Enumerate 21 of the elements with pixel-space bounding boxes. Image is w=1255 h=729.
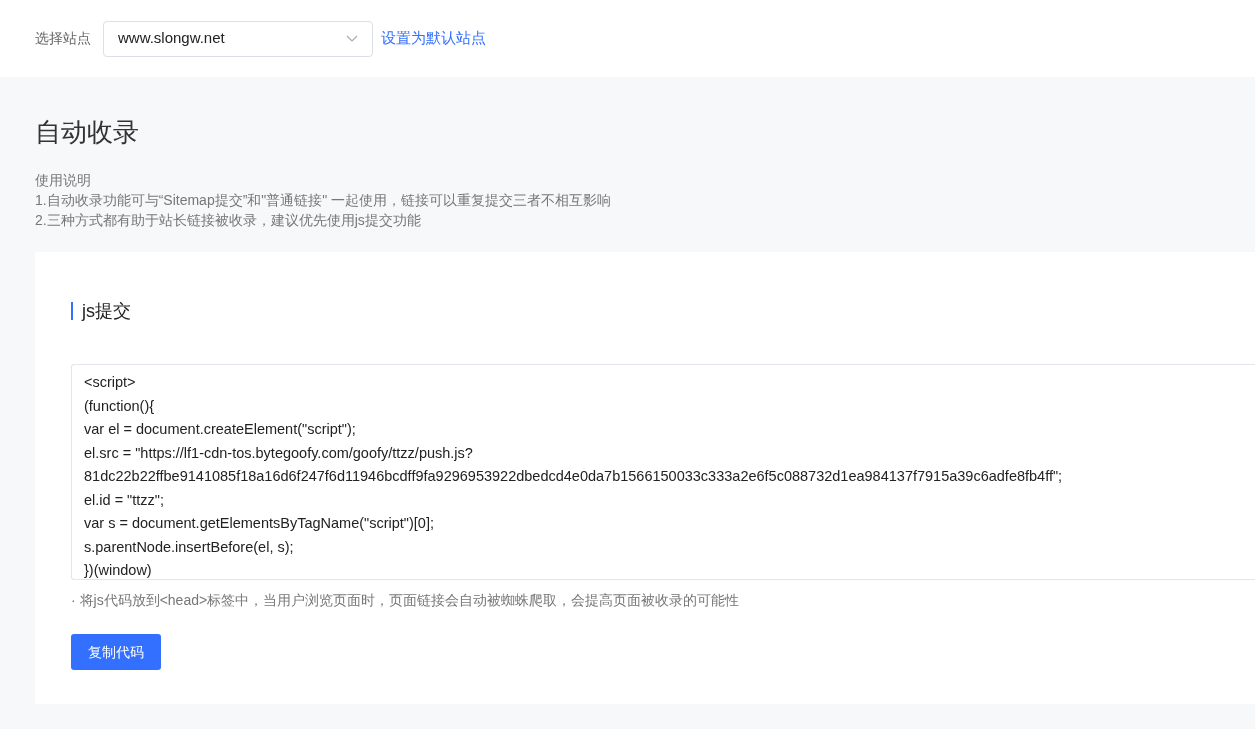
instruction-text: 2.三种方式都有助于站长链接被收录，建议优先使用js提交功能: [35, 211, 422, 231]
code-line: s.parentNode.insertBefore(el, s);: [84, 537, 294, 557]
code-area[interactable]: [71, 364, 1255, 581]
instruction-text: 1.自动收录功能可与“Sitemap提交”和"普通链接" 一起使用，链接可以重复提交三者不相互影响: [35, 191, 613, 211]
site-select[interactable]: www.slongw.net: [103, 20, 373, 57]
code-line: (function(){: [84, 396, 155, 416]
code-line: })(window): [84, 561, 152, 580]
code-line: el.src = "https://lf1-cdn-tos.bytegoofy.com/goofy/ttzz/push.js?: [84, 443, 473, 463]
code-line: 81dc22b22ffbe9141085f18a16d6f247f6d11946bcdff9fa9296953922dbedcd4e0da7b1566150033c333a2e6f5c088732d1ea984137f7915a39c6adfe8fb4ff";: [84, 467, 1063, 487]
code-line: var s = document.getElementsByTagName("script")[0];: [84, 514, 434, 534]
code-line: <script>: [84, 373, 136, 393]
copy-code-button[interactable]: 复制代码: [71, 634, 161, 671]
page-title: 自动收录: [35, 117, 140, 149]
code-line: var el = document.createElement("script");: [84, 420, 356, 440]
set-default-link[interactable]: 设置为默认站点: [381, 27, 486, 50]
code-line: el.id = "ttzz";: [84, 490, 164, 510]
section-title: js提交: [71, 302, 1255, 321]
hint-text: · 将js代码放到<head>标签中，当用户浏览页面时，页面链接会自动被蜘蛛爬取，会提高页面被收录的可能性: [71, 591, 741, 611]
chevron-down-icon: [346, 35, 358, 42]
instructions-heading: 使用说明: [35, 171, 92, 191]
site-label: 选择站点: [35, 29, 91, 48]
